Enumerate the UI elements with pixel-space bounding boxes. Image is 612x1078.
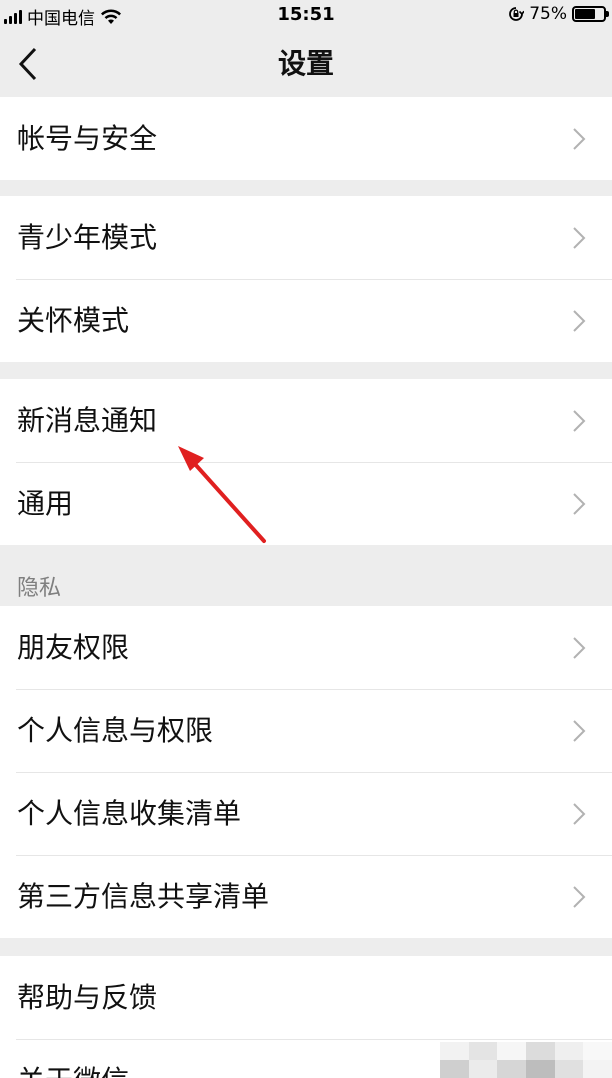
settings-screen: 中国电信 15:51 75% 设置 帐号与安全 青少年模式 关怀模式 新消息通知… <box>0 0 612 1078</box>
settings-item-label: 青少年模式 <box>17 221 158 254</box>
settings-item-personal-info-permissions[interactable]: 个人信息与权限 <box>0 689 612 772</box>
settings-item-friend-permissions[interactable]: 朋友权限 <box>0 606 612 689</box>
mosaic-blur <box>440 1042 612 1078</box>
chevron-right-icon <box>573 227 586 249</box>
settings-item-label: 朋友权限 <box>17 631 130 664</box>
settings-item-third-party-sharing[interactable]: 第三方信息共享清单 <box>0 855 612 938</box>
battery-fill <box>575 9 595 19</box>
settings-item-personal-info-collection[interactable]: 个人信息收集清单 <box>0 772 612 855</box>
settings-item-label: 关怀模式 <box>17 304 130 337</box>
settings-item-new-message-notification[interactable]: 新消息通知 <box>0 379 612 462</box>
page-title: 设置 <box>277 47 334 80</box>
settings-item-label: 第三方信息共享清单 <box>17 880 270 913</box>
chevron-right-icon <box>573 637 586 659</box>
settings-group-account: 帐号与安全 <box>0 97 612 180</box>
settings-item-label: 关于微信 <box>17 1039 129 1078</box>
settings-item-teen-mode[interactable]: 青少年模式 <box>0 196 612 279</box>
status-right: 75% <box>508 4 609 24</box>
section-header-privacy: 隐私 <box>0 545 612 605</box>
status-bar: 中国电信 15:51 75% <box>0 0 612 32</box>
section-label: 隐私 <box>17 576 62 601</box>
settings-item-label: 新消息通知 <box>17 404 158 437</box>
settings-item-care-mode[interactable]: 关怀模式 <box>0 279 612 362</box>
settings-item-label: 帮助与反馈 <box>17 981 158 1014</box>
chevron-right-icon <box>573 493 586 515</box>
battery-percent: 75% <box>529 4 567 24</box>
settings-item-label: 个人信息与权限 <box>17 714 214 747</box>
settings-group-modes: 青少年模式 关怀模式 <box>0 196 612 362</box>
settings-item-help-feedback[interactable]: 帮助与反馈 <box>0 956 612 1039</box>
settings-item-label: 帐号与安全 <box>17 122 158 155</box>
chevron-right-icon <box>573 720 586 742</box>
chevron-right-icon <box>573 310 586 332</box>
battery-icon <box>572 6 609 22</box>
settings-group-privacy: 朋友权限 个人信息与权限 个人信息收集清单 第三方信息共享清单 <box>0 606 612 938</box>
settings-item-label: 个人信息收集清单 <box>17 797 242 830</box>
chevron-right-icon <box>573 410 586 432</box>
orientation-lock-icon <box>508 6 525 22</box>
nav-bar: 设置 <box>0 32 612 96</box>
chevron-right-icon <box>573 803 586 825</box>
chevron-right-icon <box>573 128 586 150</box>
settings-item-general[interactable]: 通用 <box>0 462 612 545</box>
settings-group-notifications: 新消息通知 通用 <box>0 379 612 545</box>
settings-item-account-security[interactable]: 帐号与安全 <box>0 97 612 180</box>
settings-item-label: 通用 <box>17 487 74 520</box>
chevron-right-icon <box>573 886 586 908</box>
